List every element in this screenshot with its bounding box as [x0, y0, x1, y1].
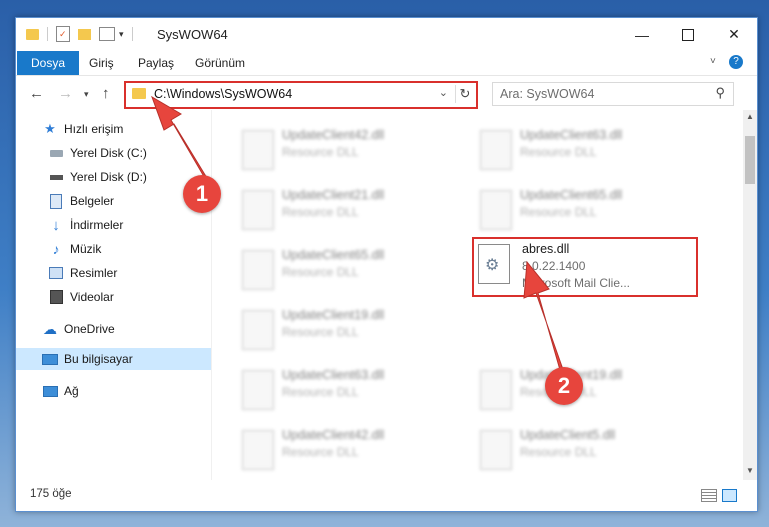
arrow-2 [523, 260, 567, 379]
step-badge-1: 1 [183, 175, 221, 213]
step-badge-2: 2 [545, 367, 583, 405]
arrow-1 [151, 95, 211, 184]
annotation-arrows [151, 95, 567, 379]
